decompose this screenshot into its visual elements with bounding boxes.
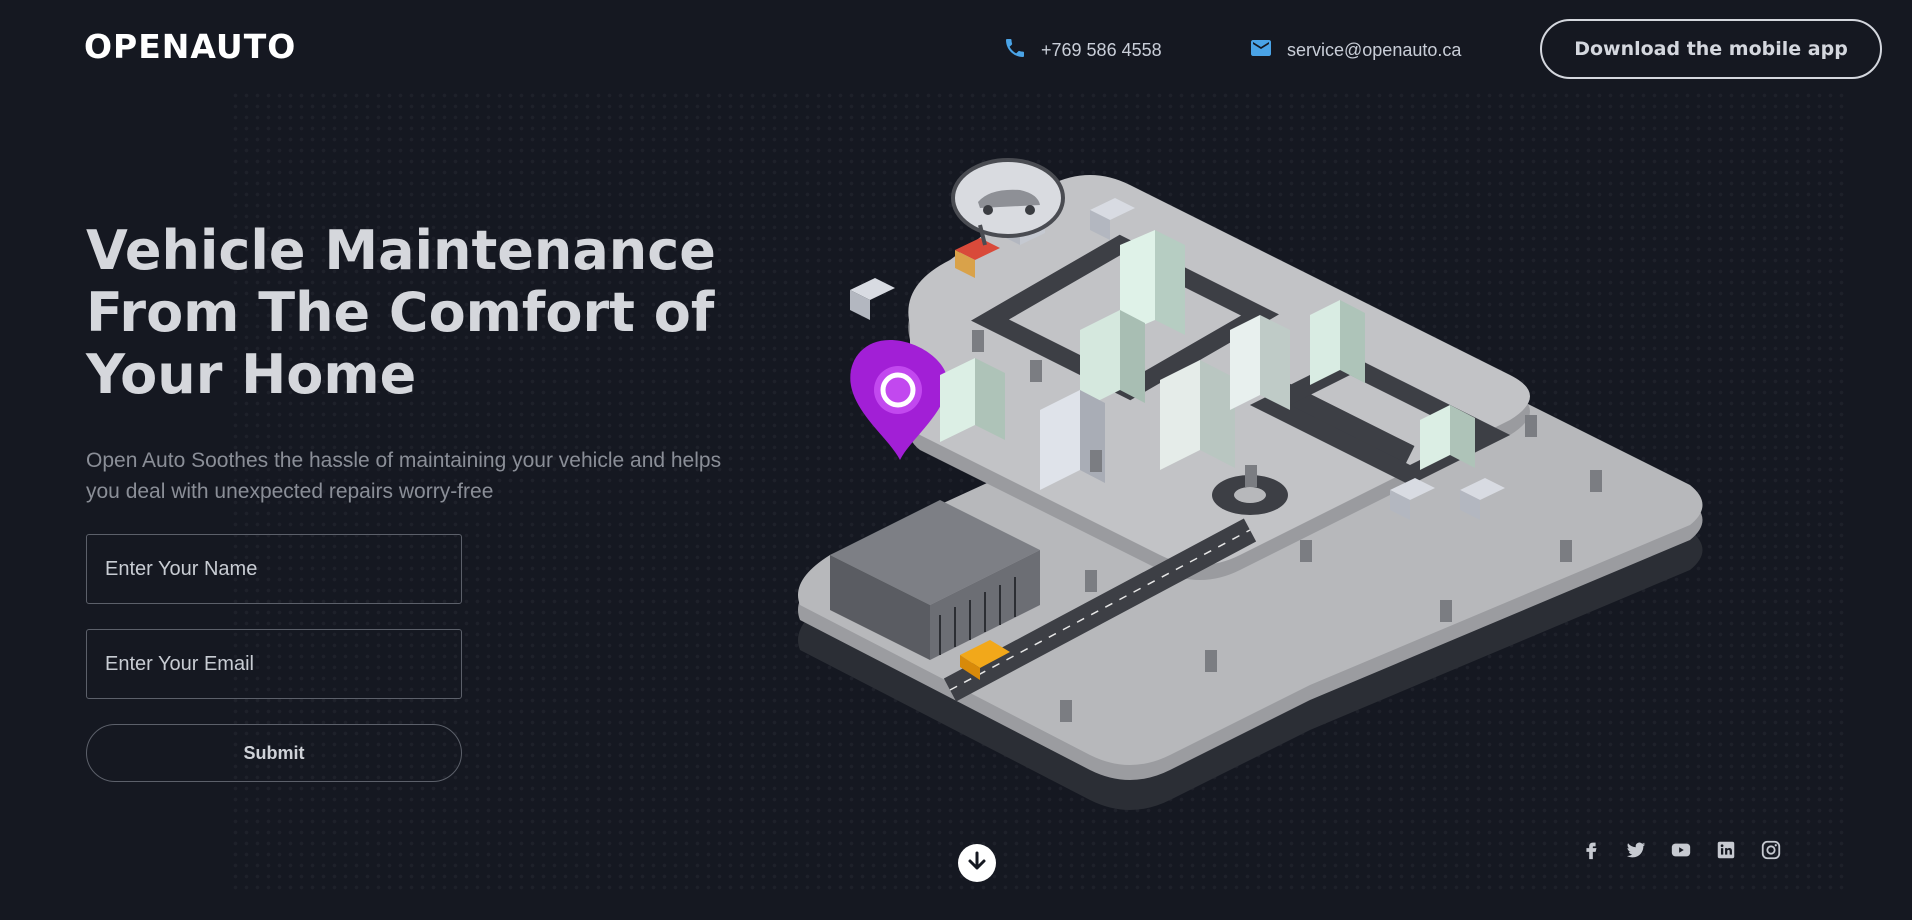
instagram-icon[interactable]	[1760, 838, 1782, 862]
linkedin-icon[interactable]	[1715, 838, 1737, 862]
openauto-logo[interactable]: OPENAUTO	[84, 26, 297, 66]
download-app-button[interactable]: Download the mobile app	[1540, 19, 1882, 79]
headline-line-3: Your Home	[86, 343, 417, 406]
headline-line-2: From The Comfort of	[86, 281, 715, 344]
scroll-down-button[interactable]	[958, 844, 996, 882]
hero-headline: Vehicle Maintenance From The Comfort of …	[86, 220, 806, 406]
subtitle-line-1: Open Auto Soothes the hassle of maintain…	[86, 449, 722, 472]
twitter-icon[interactable]	[1625, 838, 1647, 862]
logo-text: OPENAUTO	[84, 26, 297, 66]
isometric-city-illustration	[798, 158, 1703, 810]
social-links	[1580, 838, 1782, 862]
email-contact[interactable]: service@openauto.ca	[1249, 36, 1461, 65]
email-address: service@openauto.ca	[1287, 40, 1462, 60]
name-input[interactable]	[86, 534, 462, 604]
submit-button[interactable]: Submit	[86, 724, 462, 782]
subtitle-line-2: you deal with unexpected repairs worry-f…	[86, 480, 494, 503]
phone-number: +769 586 4558	[1041, 40, 1162, 60]
email-input[interactable]	[86, 629, 462, 699]
phone-icon	[1003, 36, 1027, 65]
arrow-down-icon	[965, 849, 989, 878]
youtube-icon[interactable]	[1670, 838, 1692, 862]
hero-subtitle: Open Auto Soothes the hassle of maintain…	[86, 445, 806, 507]
facebook-icon[interactable]	[1580, 838, 1602, 862]
mail-icon	[1249, 36, 1273, 65]
headline-line-1: Vehicle Maintenance	[86, 219, 716, 282]
phone-contact[interactable]: +769 586 4558	[1003, 36, 1162, 65]
